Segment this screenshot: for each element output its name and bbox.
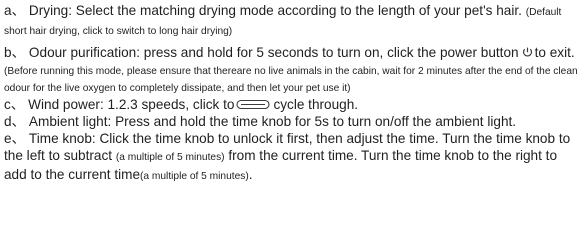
item-wind-power: c、 Wind power: 1.2.3 speeds, click to cyc…: [4, 96, 579, 113]
item-odour-purification: b、 Odour purification: press and hold fo…: [4, 44, 579, 96]
item-drying: a、 Drying: Select the matching drying mo…: [4, 2, 579, 40]
wind-text: c、 Wind power: 1.2.3 speeds, click to: [4, 96, 235, 112]
wind-cycle-text: cycle through.: [273, 96, 359, 112]
item-time-knob: e、 Time knob: Click the time knob to unl…: [4, 130, 579, 185]
item-ambient-light: d、 Ambient light: Press and hold the tim…: [4, 113, 579, 130]
drying-text: a、 Drying: Select the matching drying mo…: [4, 3, 522, 18]
odour-text: b、 Odour purification: press and hold fo…: [4, 45, 519, 60]
power-icon: [521, 45, 534, 57]
odour-note: (Before running this mode, please ensure…: [4, 66, 578, 95]
instruction-document: a、 Drying: Select the matching drying mo…: [0, 2, 585, 251]
ambient-text: d、 Ambient light: Press and hold the tim…: [4, 113, 517, 129]
time-knob-end: .: [248, 166, 253, 182]
time-knob-note-add: (a multiple of 5 minutes): [140, 170, 249, 182]
time-knob-note-subtract: (a multiple of 5 minutes): [115, 151, 225, 163]
odour-exit-text: to exit.: [534, 45, 575, 60]
wind-icon: [236, 97, 270, 109]
